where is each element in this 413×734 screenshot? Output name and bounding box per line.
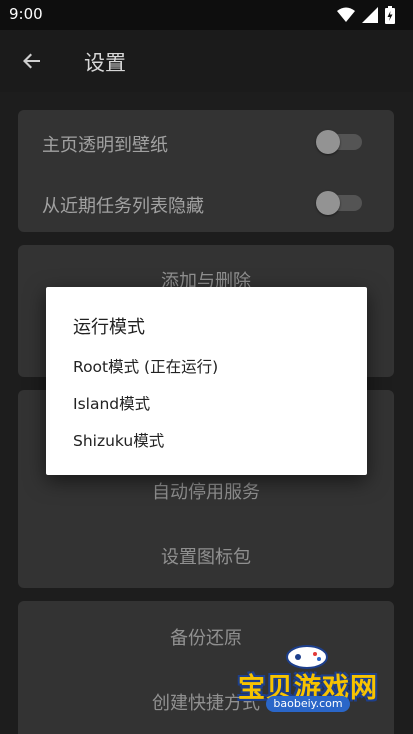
arrow-back-icon[interactable] xyxy=(18,47,46,75)
status-bar: 9:00 xyxy=(0,0,413,30)
signal-icon xyxy=(362,7,378,27)
run-mode-dialog: 运行模式 Root模式 (正在运行) Island模式 Shizuku模式 xyxy=(46,287,367,475)
watermark: 宝贝游戏网 baobeiy.com xyxy=(236,640,386,734)
watermark-url: baobeiy.com xyxy=(266,696,350,712)
option-shizuku-mode[interactable]: Shizuku模式 xyxy=(73,429,164,451)
battery-icon xyxy=(385,6,395,28)
dialog-title: 运行模式 xyxy=(73,317,145,338)
wifi-icon xyxy=(337,7,355,27)
app-bar: 设置 xyxy=(0,30,413,92)
status-time: 9:00 xyxy=(9,5,43,23)
option-root-mode[interactable]: Root模式 (正在运行) xyxy=(73,355,218,377)
page-title: 设置 xyxy=(84,51,126,75)
option-island-mode[interactable]: Island模式 xyxy=(73,392,150,414)
